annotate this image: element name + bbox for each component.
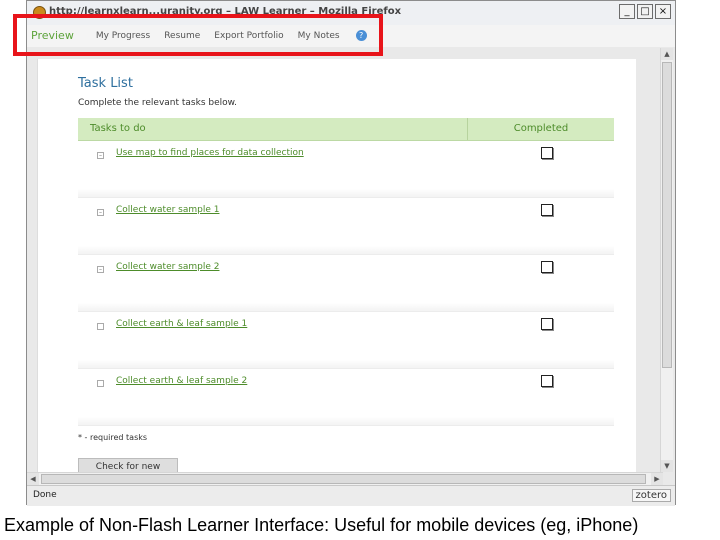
scroll-up-icon[interactable]: ▲	[661, 48, 673, 60]
table-row: Collect earth & leaf sample 2	[78, 369, 614, 426]
horizontal-scroll-thumb[interactable]	[41, 474, 646, 484]
window-controls: _ □ ×	[619, 4, 671, 19]
task-link[interactable]: Collect water sample 1	[116, 205, 219, 215]
expand-icon[interactable]: –	[97, 152, 104, 159]
title-bar: http://learnxlearn...uranity.org – LAW L…	[27, 1, 675, 26]
nav-export-portfolio[interactable]: Export Portfolio	[214, 31, 283, 41]
close-button[interactable]: ×	[655, 4, 671, 19]
table-row: – Collect water sample 1	[78, 198, 614, 255]
task-list-panel: Task List Complete the relevant tasks be…	[37, 59, 636, 476]
completed-checkbox[interactable]	[541, 318, 553, 330]
horizontal-scrollbar[interactable]: ◀ ▶	[27, 472, 663, 485]
preview-label: Preview	[31, 29, 74, 42]
expand-icon[interactable]	[97, 323, 104, 330]
browser-window: http://learnxlearn...uranity.org – LAW L…	[26, 0, 676, 506]
table-header: Tasks to do Completed	[78, 118, 614, 141]
help-icon[interactable]: ?	[355, 30, 367, 41]
status-text: Done	[33, 490, 57, 500]
completed-checkbox[interactable]	[541, 375, 553, 387]
scroll-down-icon[interactable]: ▼	[661, 460, 673, 472]
vertical-scrollbar[interactable]: ▲ ▼	[660, 48, 673, 472]
app-nav-bar: Preview My Progress Resume Export Portfo…	[27, 25, 675, 47]
table-row: – Collect water sample 2	[78, 255, 614, 312]
task-link[interactable]: Collect earth & leaf sample 1	[116, 319, 247, 329]
task-table: Tasks to do Completed – Use map to find …	[78, 118, 614, 426]
table-row: – Use map to find places for data collec…	[78, 141, 614, 198]
zotero-button[interactable]: zotero	[631, 489, 671, 502]
image-caption: Example of Non-Flash Learner Interface: …	[4, 515, 639, 535]
maximize-button[interactable]: □	[637, 4, 653, 19]
table-row: Collect earth & leaf sample 1	[78, 312, 614, 369]
page-instructions: Complete the relevant tasks below.	[78, 98, 238, 108]
expand-icon[interactable]: –	[97, 266, 104, 273]
scroll-right-icon[interactable]: ▶	[651, 473, 663, 485]
expand-icon[interactable]: –	[97, 209, 104, 216]
window-title: http://learnxlearn...uranity.org – LAW L…	[49, 6, 402, 17]
column-header-completed: Completed	[513, 123, 569, 134]
vertical-scroll-thumb[interactable]	[662, 62, 672, 368]
task-link[interactable]: Collect water sample 2	[116, 262, 219, 272]
nav-my-notes[interactable]: My Notes	[298, 31, 340, 41]
firefox-icon	[33, 6, 46, 19]
task-link[interactable]: Use map to find places for data collecti…	[116, 148, 304, 158]
expand-icon[interactable]	[97, 380, 104, 387]
task-link[interactable]: Collect earth & leaf sample 2	[116, 376, 247, 386]
nav-my-progress[interactable]: My Progress	[96, 31, 150, 41]
nav-resume[interactable]: Resume	[164, 31, 200, 41]
completed-checkbox[interactable]	[541, 147, 553, 159]
completed-checkbox[interactable]	[541, 261, 553, 273]
status-bar: Done zotero	[27, 485, 675, 506]
column-header-tasks: Tasks to do	[78, 118, 468, 140]
minimize-button[interactable]: _	[619, 4, 635, 19]
scroll-left-icon[interactable]: ◀	[27, 473, 39, 485]
required-footnote: * - required tasks	[78, 433, 148, 442]
page-title: Task List	[78, 76, 133, 91]
completed-checkbox[interactable]	[541, 204, 553, 216]
